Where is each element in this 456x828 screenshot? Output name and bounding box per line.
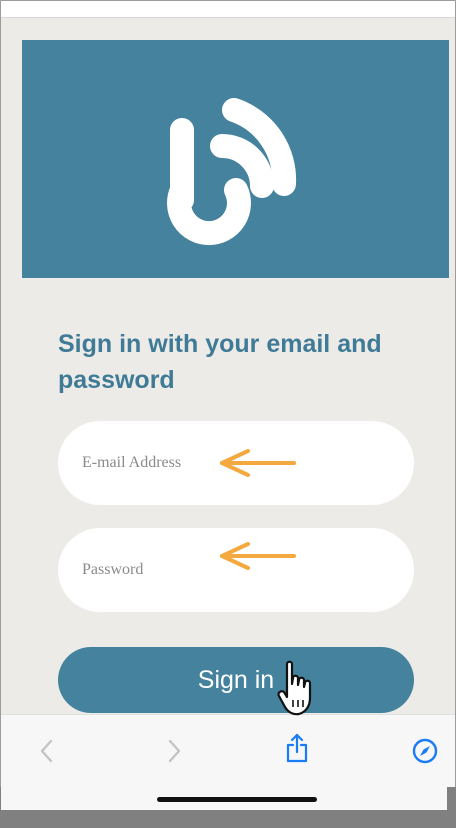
chevron-left-icon[interactable] (38, 739, 56, 763)
brand-logo-icon (167, 98, 297, 245)
arrow-left-icon (220, 542, 296, 570)
sign-in-button[interactable]: Sign in (58, 647, 414, 713)
chevron-right-icon[interactable] (165, 739, 183, 763)
hand-pointer-cursor-icon (277, 660, 312, 716)
home-indicator[interactable] (157, 797, 317, 802)
sign-in-heading: Sign in with your email and password (58, 330, 382, 394)
brand-banner (22, 40, 449, 278)
share-icon[interactable] (285, 733, 309, 763)
browser-toolbar (0, 714, 456, 787)
status-bar (1, 1, 455, 18)
arrow-left-icon (220, 449, 296, 477)
compass-icon[interactable] (411, 737, 439, 765)
